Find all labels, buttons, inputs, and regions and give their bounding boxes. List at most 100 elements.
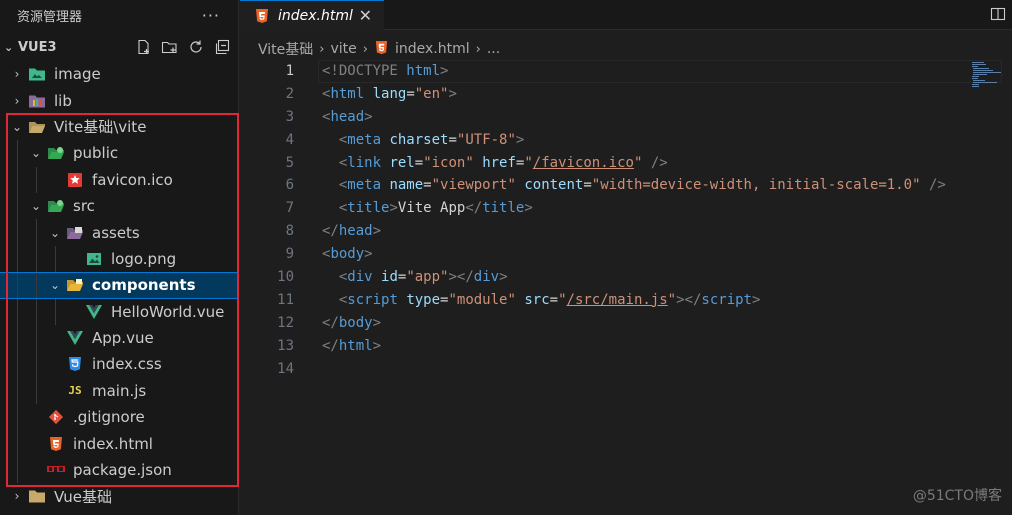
vue-icon [85,303,103,321]
code-token: = [583,177,592,194]
ellipsis-icon[interactable]: ··· [202,6,220,25]
code-token: "en" [414,85,449,102]
tree-item-helloworld-vue[interactable]: HelloWorld.vue [0,298,238,325]
tree-item-gitignore[interactable]: .gitignore [0,404,238,431]
tree-item-main-js[interactable]: JS main.js [0,377,238,405]
indent-guide [36,377,37,405]
tree-item-assets[interactable]: ⌄ assets [0,219,238,246]
chevron-right-icon[interactable]: › [10,94,24,108]
tree-item-vue[interactable]: › Vue基础 [0,483,238,509]
line-number: 14 [277,360,294,377]
code-token: > [515,131,525,148]
breadcrumb-item-folder[interactable]: Vite基础 [258,39,313,59]
code-line: <meta name="viewport" content="width=dev… [322,174,982,197]
favicon-icon [66,171,84,189]
tree-item-vite-vite[interactable]: ⌄ Vite基础\vite [0,114,238,140]
indent-guide [36,245,37,273]
tree-item-favicon-ico[interactable]: favicon.ico [0,166,238,193]
indent-guide [17,273,18,298]
code-line: </head> [322,220,982,243]
split-editor-icon[interactable] [990,6,1006,22]
new-file-icon[interactable] [135,39,152,56]
explorer-header: 资源管理器 ··· [0,0,238,30]
chevron-down-icon[interactable]: ⌄ [29,199,43,213]
tree-item-image[interactable]: › image [0,61,238,87]
code-token: /favicon.ico [532,154,634,171]
minimap[interactable] [972,62,1002,92]
code-token: meta [347,177,382,194]
tree-item-app-vue[interactable]: App.vue [0,324,238,352]
close-icon[interactable]: ✕ [359,6,372,25]
code-token: script [347,291,398,308]
code-token: script [701,291,752,308]
code-token: > [364,108,373,125]
code-token: html [406,63,441,79]
chevron-down-icon[interactable]: ⌄ [29,146,43,160]
tree-item-index-html[interactable]: index.html [0,430,238,457]
line-number: 11 [277,291,294,308]
editor-tab-bar: index.html ✕ [240,0,1012,30]
git-icon [47,408,65,426]
code-token: </ [322,337,339,354]
indent-guide [17,192,18,220]
chevron-right-icon[interactable]: › [10,67,24,81]
code-token: /src/main.js [566,291,668,308]
line-number: 9 [285,246,294,263]
image-folder-icon [28,65,46,83]
chevron-right-icon[interactable]: › [10,489,24,503]
tree-item-package-json[interactable]: package.json [0,456,238,484]
code-token: charset [389,131,449,148]
workspace-section-header[interactable]: ⌄ VUE3 [0,30,238,64]
code-token: <!DOCTYPE [322,63,407,79]
js-icon: JS [68,384,82,398]
code-token: div [347,269,373,286]
html-icon [254,8,270,24]
tab-label: index.html [278,7,353,24]
indent-guide [17,166,18,193]
tree-item-label: package.json [73,461,172,480]
breadcrumb-item-vite[interactable]: vite [330,41,356,57]
tree-item-logo-png[interactable]: logo.png [0,245,238,273]
indent-guide [36,324,37,352]
chevron-down-icon: ⌄ [4,40,14,54]
code-token: > [524,200,533,217]
tree-item-components[interactable]: ⌄ components [0,272,238,299]
tree-item-src[interactable]: ⌄ src [0,192,238,220]
code-editor[interactable]: <!DOCTYPE html> <html lang="en"> <head> <m… [322,60,982,380]
code-token: " [667,291,677,308]
code-token: > [372,314,382,331]
code-token: " [558,291,567,308]
code-token: < [322,291,348,308]
indent-guide [36,351,37,378]
code-token: link [347,154,382,171]
tree-item-label: public [73,144,119,163]
chevron-down-icon[interactable]: ⌄ [48,226,62,240]
tree-item-public[interactable]: ⌄ public [0,140,238,167]
chevron-down-icon[interactable]: ⌄ [10,120,24,134]
code-line: <meta charset="UTF-8"> [322,129,982,152]
code-token: </ [465,200,483,217]
code-token: = [414,154,424,171]
tree-item-label: .gitignore [73,408,145,427]
code-token: title [482,200,525,217]
tab-index-html[interactable]: index.html ✕ [240,0,384,30]
chevron-down-icon[interactable]: ⌄ [48,278,62,292]
breadcrumb-item-file[interactable]: index.html [395,41,470,57]
line-number: 5 [285,154,294,171]
tree-item-index-css[interactable]: index.css [0,351,238,378]
code-token: > [372,337,382,354]
tree-item-label: assets [92,223,140,242]
tree-item-label: main.js [92,381,147,400]
indent-guide [17,298,18,325]
new-folder-icon[interactable] [161,39,178,56]
code-token: </ [322,223,339,240]
tree-item-lib[interactable]: › lib [0,87,238,113]
code-token: < [322,154,348,171]
refresh-icon[interactable] [187,39,204,56]
chevron-right-icon: › [319,41,325,57]
code-token: > [364,246,373,263]
code-token: > [751,291,761,308]
collapse-all-icon[interactable] [213,39,230,56]
breadcrumb-item-symbol[interactable]: ... [487,41,500,57]
